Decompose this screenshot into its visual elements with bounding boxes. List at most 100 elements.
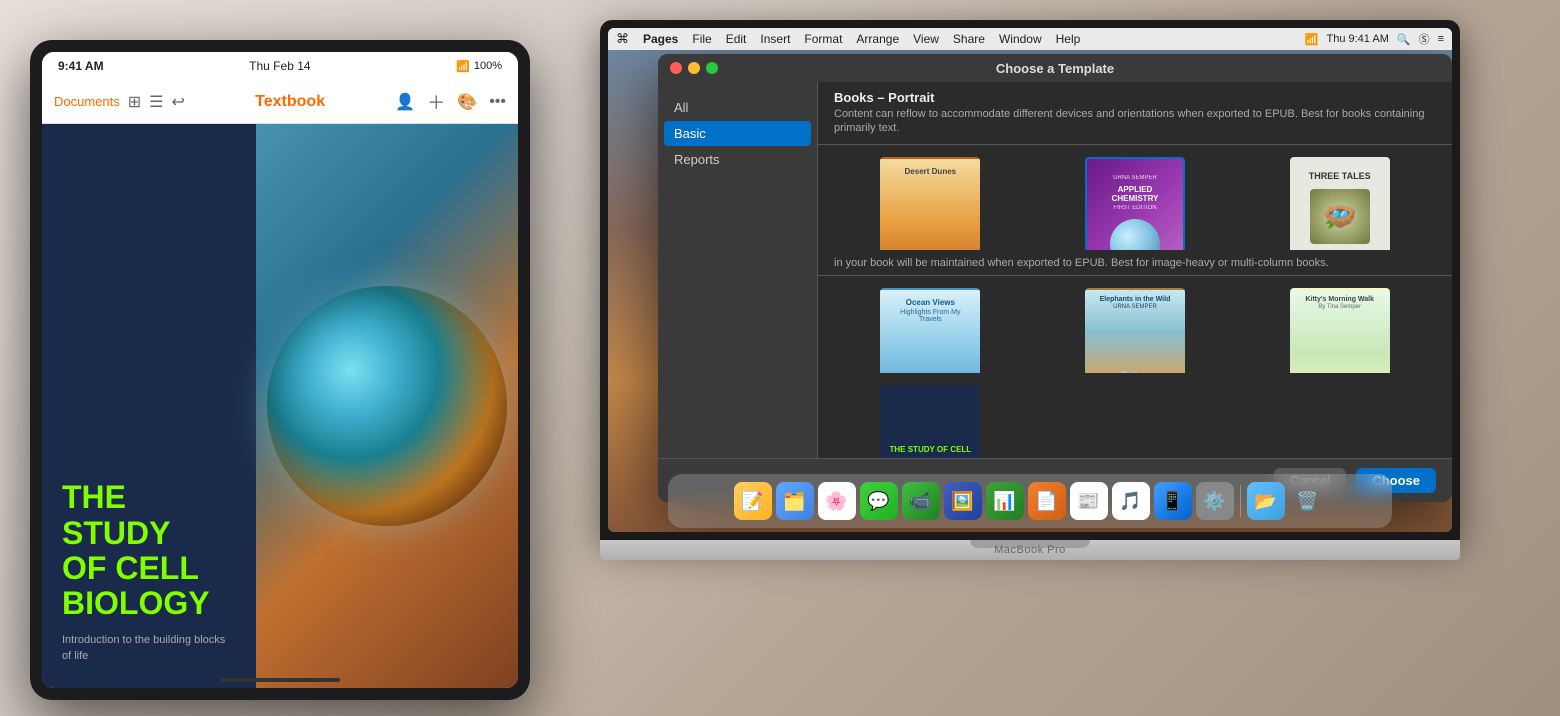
- dock-messages[interactable]: 💬: [860, 482, 898, 520]
- template-section-portrait: Books – Portrait Content can reflow to a…: [818, 82, 1452, 145]
- dock-finder[interactable]: 🗂️: [776, 482, 814, 520]
- ipad-page-title-line3: OF CELL: [62, 551, 236, 586]
- ipad-screen: 9:41 AM Thu Feb 14 📶 100% Documents ⊞ ☰ …: [42, 52, 518, 688]
- template-basic-landscape[interactable]: Ocean Views Highlights From My Travels B…: [834, 288, 1027, 373]
- ipad-statusbar: 9:41 AM Thu Feb 14 📶 100%: [42, 52, 518, 80]
- ipad-page-subtitle: Introduction to the building blocks of l…: [62, 633, 236, 664]
- menubar-edit[interactable]: Edit: [726, 32, 747, 46]
- ipad-share-icon[interactable]: 👤: [395, 92, 415, 112]
- ipad-home-indicator: [220, 678, 340, 682]
- extra-grid: THE STUDY OF CELL Textbook: [818, 373, 1452, 458]
- template-thumb-story: Kitty's Morning Walk By Tina Semper 🌲: [1290, 288, 1390, 373]
- template-story[interactable]: Kitty's Morning Walk By Tina Semper 🌲 St…: [1243, 288, 1436, 373]
- menubar-window[interactable]: Window: [999, 32, 1042, 46]
- template-basic-portrait[interactable]: Desert Dunes Basic: [834, 157, 1027, 251]
- ipad-view-icon[interactable]: ⊞: [128, 92, 141, 112]
- template-textbook[interactable]: URNA SEMPER APPLIED CHEMISTRY FIRST EDIT…: [1039, 157, 1232, 251]
- ipad-more-icon[interactable]: •••: [489, 93, 506, 111]
- novel-title: THREE TALES: [1309, 171, 1371, 181]
- sidebar-cat-basic[interactable]: Basic: [664, 121, 811, 146]
- ocean-title: Ocean Views: [890, 298, 970, 307]
- menubar-pages[interactable]: Pages: [643, 32, 678, 46]
- ipad-date: Thu Feb 14: [249, 59, 310, 73]
- menubar-format[interactable]: Format: [804, 32, 842, 46]
- elephants-title: Elephants in the Wild: [1087, 296, 1183, 303]
- ipad-color-icon[interactable]: 🎨: [457, 92, 477, 112]
- ipad-battery: 100%: [474, 60, 502, 72]
- portrait-desc: Content can reflow to accommodate differ…: [834, 107, 1436, 136]
- zoom-button[interactable]: [706, 62, 718, 74]
- macbook: ⌘ Pages File Edit Insert Format Arrange …: [600, 20, 1460, 600]
- template-novel[interactable]: THREE TALES 🪺 Novel: [1243, 157, 1436, 251]
- ipad: 9:41 AM Thu Feb 14 📶 100% Documents ⊞ ☰ …: [30, 40, 530, 700]
- ipad-page-left: THE STUDY OF CELL BIOLOGY Introduction t…: [42, 124, 256, 688]
- dock-photos[interactable]: 🌸: [818, 482, 856, 520]
- template-report[interactable]: Elephants in the Wild URNA SEMPER 🐘 Repo…: [1039, 288, 1232, 373]
- macbook-base: MacBook Pro: [600, 540, 1460, 560]
- dock-itunes[interactable]: 🎵: [1112, 482, 1150, 520]
- dialog-body: All Basic Reports Books – Portrait Conte…: [658, 82, 1452, 458]
- menubar-share[interactable]: Share: [953, 32, 985, 46]
- menubar-insert[interactable]: Insert: [760, 32, 790, 46]
- minimize-button[interactable]: [688, 62, 700, 74]
- siri-icon[interactable]: Ⓢ: [1419, 31, 1430, 47]
- tb-edition: FIRST EDITION: [1113, 205, 1156, 211]
- template-thumb-novel: THREE TALES 🪺: [1290, 157, 1390, 251]
- dock-facetime[interactable]: 📹: [902, 482, 940, 520]
- template-thumb-cell: THE STUDY OF CELL: [880, 385, 980, 458]
- dock-settings[interactable]: ⚙️: [1196, 482, 1234, 520]
- mac-menubar: ⌘ Pages File Edit Insert Format Arrange …: [608, 28, 1452, 50]
- ipad-toolbar: Documents ⊞ ☰ ↩ Textbook 👤 ＋ 🎨 •••: [42, 80, 518, 124]
- tb-title: APPLIED CHEMISTRY: [1095, 185, 1175, 203]
- dock-trash[interactable]: 🗑️: [1289, 482, 1327, 520]
- menubar-help[interactable]: Help: [1056, 32, 1081, 46]
- menubar-arrange[interactable]: Arrange: [856, 32, 899, 46]
- ipad-undo-icon[interactable]: ↩: [172, 92, 185, 112]
- menubar-right: 📶 Thu 9:41 AM 🔍 Ⓢ ≡: [1305, 31, 1444, 47]
- search-icon[interactable]: 🔍: [1397, 33, 1411, 46]
- portrait-grid: Desert Dunes Basic URNA SEMPER APPLIED C…: [818, 145, 1452, 251]
- menu-extras-icon[interactable]: ≡: [1438, 33, 1444, 45]
- cell-sphere: [267, 286, 507, 526]
- ipad-time: 9:41 AM: [58, 59, 104, 73]
- ipad-doc-title: Textbook: [255, 93, 325, 111]
- dock-notes[interactable]: 📝: [734, 482, 772, 520]
- sidebar-cat-reports[interactable]: Reports: [658, 146, 817, 173]
- menubar-left: ⌘ Pages File Edit Insert Format Arrange …: [616, 31, 1080, 47]
- ipad-documents-btn[interactable]: Documents: [54, 94, 120, 109]
- menubar-view[interactable]: View: [913, 32, 939, 46]
- ipad-status-icons: 📶 100%: [456, 60, 502, 73]
- ipad-add-icon[interactable]: ＋: [427, 89, 445, 115]
- template-thumb-textbook: URNA SEMPER APPLIED CHEMISTRY FIRST EDIT…: [1085, 157, 1185, 251]
- dock-keynote[interactable]: 🖼️: [944, 482, 982, 520]
- template-thumb-elephants: Elephants in the Wild URNA SEMPER 🐘: [1085, 288, 1185, 373]
- ipad-page-title-line2: STUDY: [62, 516, 236, 551]
- ipad-content: THE STUDY OF CELL BIOLOGY Introduction t…: [42, 124, 518, 688]
- story-author: By Tina Semper: [1292, 304, 1388, 310]
- pages-dialog: Choose a Template All Basic Reports Book…: [658, 54, 1452, 502]
- ipad-page-right: [256, 124, 518, 688]
- template-cell-textbook[interactable]: THE STUDY OF CELL Textbook: [834, 385, 1027, 458]
- ocean-sub: Highlights From My Travels: [890, 309, 970, 323]
- ipad-toolbar-right: 👤 ＋ 🎨 •••: [395, 89, 506, 115]
- template-thumb-ocean: Ocean Views Highlights From My Travels: [880, 288, 980, 373]
- tb-author: URNA SEMPER: [1113, 175, 1157, 181]
- elephants-author: URNA SEMPER: [1087, 304, 1183, 310]
- dialog-title: Choose a Template: [996, 61, 1114, 76]
- dock-finder2[interactable]: 📂: [1247, 482, 1285, 520]
- dock-appstore[interactable]: 📱: [1154, 482, 1192, 520]
- ipad-page-title-line1: THE: [62, 480, 236, 515]
- close-button[interactable]: [670, 62, 682, 74]
- dock-pages[interactable]: 📄: [1028, 482, 1066, 520]
- desert-title: Desert Dunes: [882, 167, 978, 176]
- ipad-page-title-line4: BIOLOGY: [62, 586, 236, 621]
- apple-icon: ⌘: [616, 31, 629, 47]
- ipad-list-icon[interactable]: ☰: [149, 92, 163, 112]
- dock-news[interactable]: 📰: [1070, 482, 1108, 520]
- dialog-main: Books – Portrait Content can reflow to a…: [818, 82, 1452, 458]
- template-thumb-desert: Desert Dunes: [880, 157, 980, 251]
- dock-numbers[interactable]: 📊: [986, 482, 1024, 520]
- template-section-landscape: in your book will be maintained when exp…: [818, 250, 1452, 275]
- menubar-file[interactable]: File: [692, 32, 711, 46]
- sidebar-cat-all[interactable]: All: [658, 94, 817, 121]
